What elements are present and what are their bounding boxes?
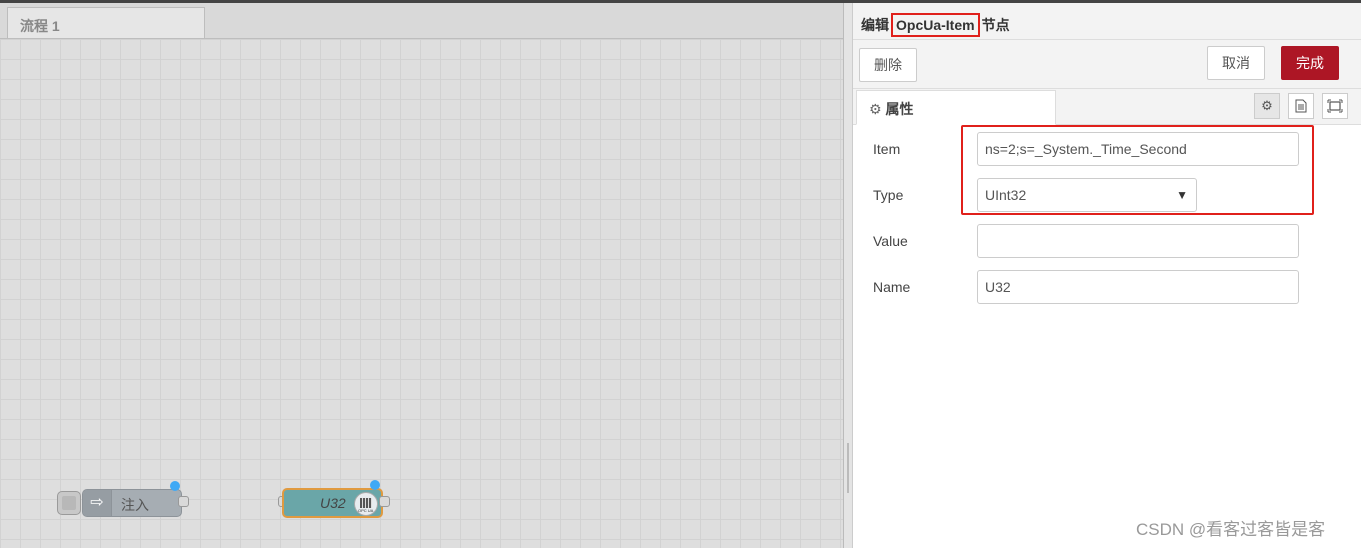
flow-tab-bar: 流程 1	[0, 3, 843, 39]
tray-title: 编辑 OpcUa-Item 节点	[861, 13, 1010, 37]
tray-title-prefix: 编辑	[861, 17, 889, 33]
gear-icon: ⚙	[869, 101, 882, 117]
highlight-box	[961, 125, 1314, 215]
flow-workspace: 流程 1 ⇨ 注入 U32 OPC UA	[0, 3, 843, 548]
frame-icon	[1327, 99, 1343, 113]
tray-toolbar: 删除 取消 完成	[853, 40, 1361, 89]
tab-label: 流程 1	[20, 18, 60, 34]
opc-item-node-label: U32	[320, 495, 346, 511]
tab-properties-label: 属性	[885, 101, 914, 117]
panel-splitter[interactable]	[843, 3, 853, 548]
tray-tab-bar: ⚙ 属性 ⚙	[853, 89, 1361, 125]
tray-header: 编辑 OpcUa-Item 节点	[853, 3, 1361, 40]
inject-output-port[interactable]	[178, 496, 189, 507]
item-label: Item	[873, 141, 901, 157]
arrow-right-icon: ⇨	[83, 490, 112, 516]
inject-trigger-button[interactable]	[57, 491, 81, 515]
opc-item-output-port[interactable]	[379, 496, 390, 507]
opcua-icon-text: OPC UA	[358, 508, 374, 513]
document-icon	[1295, 99, 1307, 113]
cancel-button[interactable]: 取消	[1207, 46, 1265, 80]
watermark: CSDN @看客过客皆是客	[1136, 520, 1326, 539]
tab-properties[interactable]: ⚙ 属性	[856, 90, 1056, 125]
opc-item-node[interactable]: U32 OPC UA	[282, 488, 383, 518]
gear-icon: ⚙	[1261, 98, 1273, 113]
value-label: Value	[873, 233, 908, 249]
inject-node-label: 注入	[121, 497, 149, 513]
node-edit-tray: 编辑 OpcUa-Item 节点 删除 取消 完成 ⚙ 属性 ⚙ Item ns…	[853, 3, 1361, 548]
inject-changed-indicator	[170, 481, 180, 491]
name-label: Name	[873, 279, 911, 295]
tray-title-suffix: 节点	[981, 17, 1010, 33]
opc-item-changed-indicator	[370, 480, 380, 490]
settings-tab-button[interactable]: ⚙	[1254, 93, 1280, 119]
type-label: Type	[873, 187, 904, 203]
name-input[interactable]: U32	[977, 270, 1299, 304]
value-input[interactable]	[977, 224, 1299, 258]
flow-canvas[interactable]	[0, 39, 843, 548]
tray-title-node-type: OpcUa-Item	[891, 13, 980, 37]
done-button[interactable]: 完成	[1281, 46, 1339, 80]
appearance-tab-button[interactable]	[1322, 93, 1348, 119]
tab-flow-1[interactable]: 流程 1	[7, 7, 205, 38]
description-tab-button[interactable]	[1288, 93, 1314, 119]
inject-node[interactable]: ⇨ 注入	[82, 489, 182, 517]
delete-button[interactable]: 删除	[859, 48, 917, 82]
opcua-icon: OPC UA	[354, 492, 378, 516]
